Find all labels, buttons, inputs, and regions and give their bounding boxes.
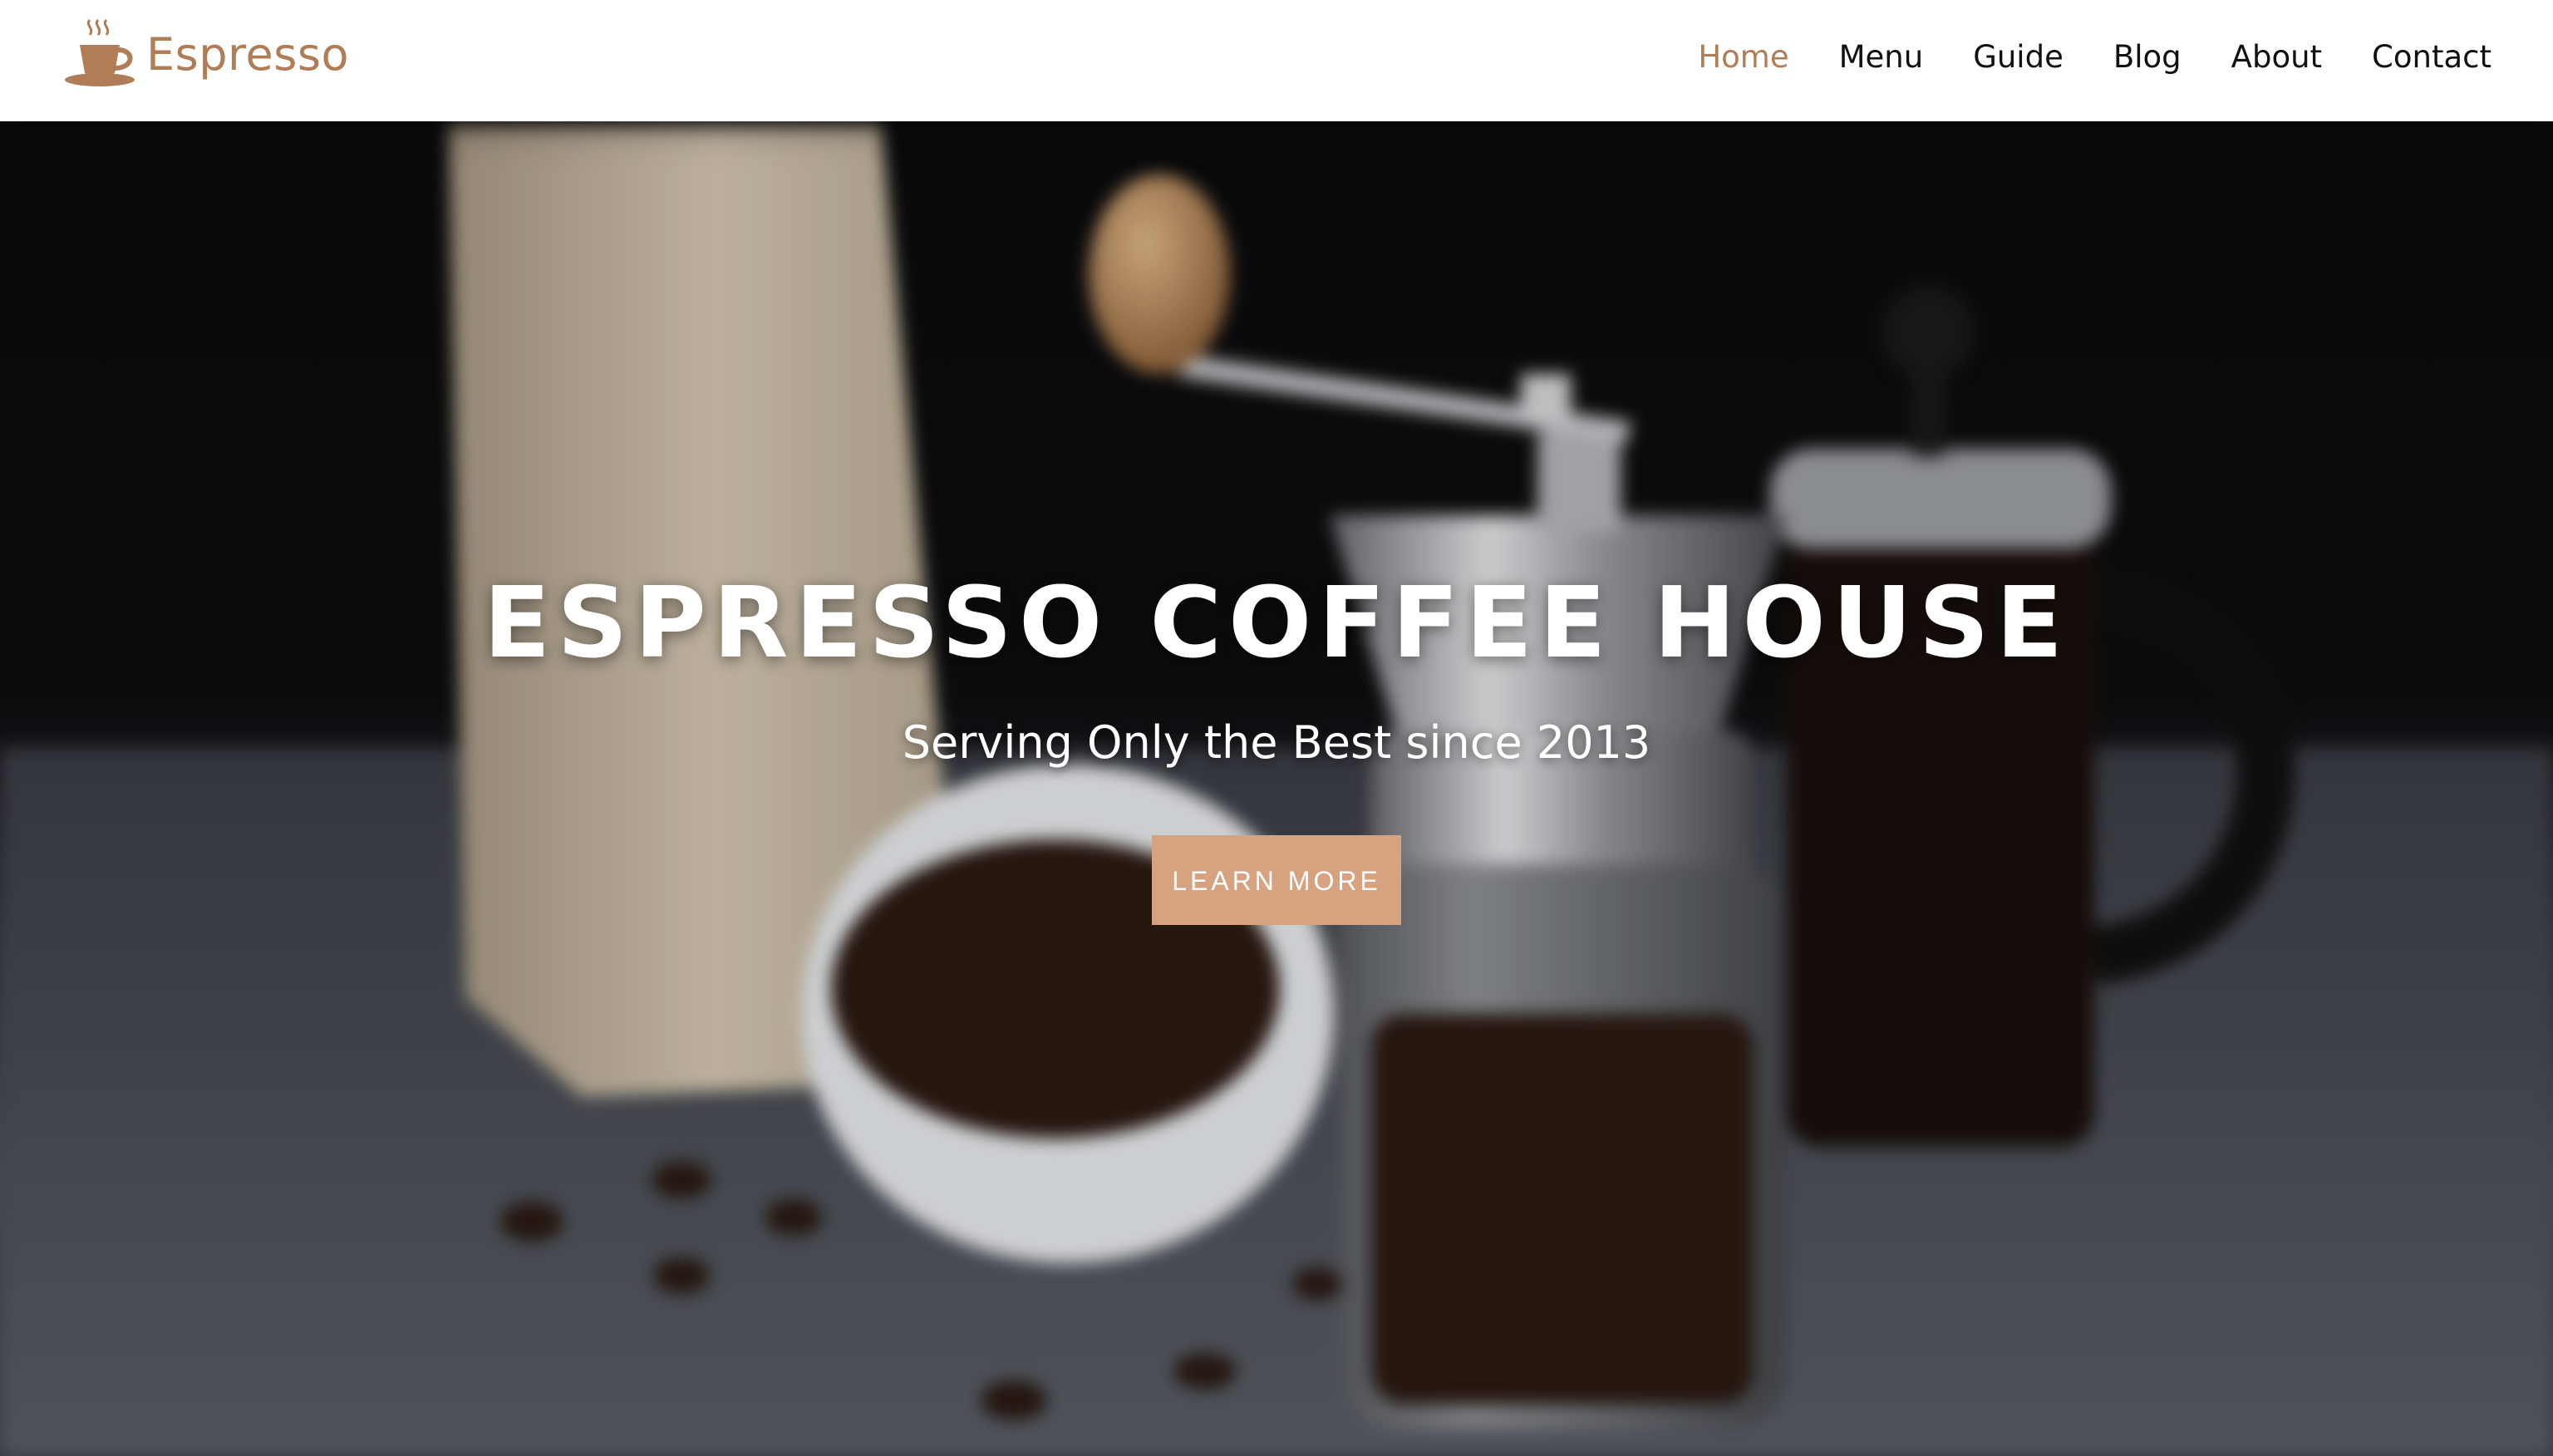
learn-more-button[interactable]: LEARN MORE bbox=[1152, 835, 1401, 925]
coffee-cup-icon bbox=[65, 18, 135, 86]
brand-logo-link[interactable]: Espresso bbox=[63, 17, 349, 91]
nav-item-about[interactable]: About bbox=[2231, 39, 2322, 75]
nav-item-blog[interactable]: Blog bbox=[2113, 39, 2182, 75]
hero-content: ESPRESSO COFFEE HOUSE Serving Only the B… bbox=[0, 565, 2553, 925]
nav-item-guide[interactable]: Guide bbox=[1973, 39, 2064, 75]
nav-item-home[interactable]: Home bbox=[1698, 39, 1788, 75]
brand-name: Espresso bbox=[146, 27, 350, 81]
main-nav: Home Menu Guide Blog About Contact bbox=[1698, 0, 2492, 113]
hero-title: ESPRESSO COFFEE HOUSE bbox=[483, 565, 2070, 680]
nav-item-contact[interactable]: Contact bbox=[2372, 39, 2492, 75]
hero-subtitle: Serving Only the Best since 2013 bbox=[902, 716, 1651, 769]
top-navbar: Espresso Home Menu Guide Blog About Cont… bbox=[0, 0, 2553, 121]
hero-section: ESPRESSO COFFEE HOUSE Serving Only the B… bbox=[0, 0, 2553, 1456]
nav-item-menu[interactable]: Menu bbox=[1839, 39, 1924, 75]
